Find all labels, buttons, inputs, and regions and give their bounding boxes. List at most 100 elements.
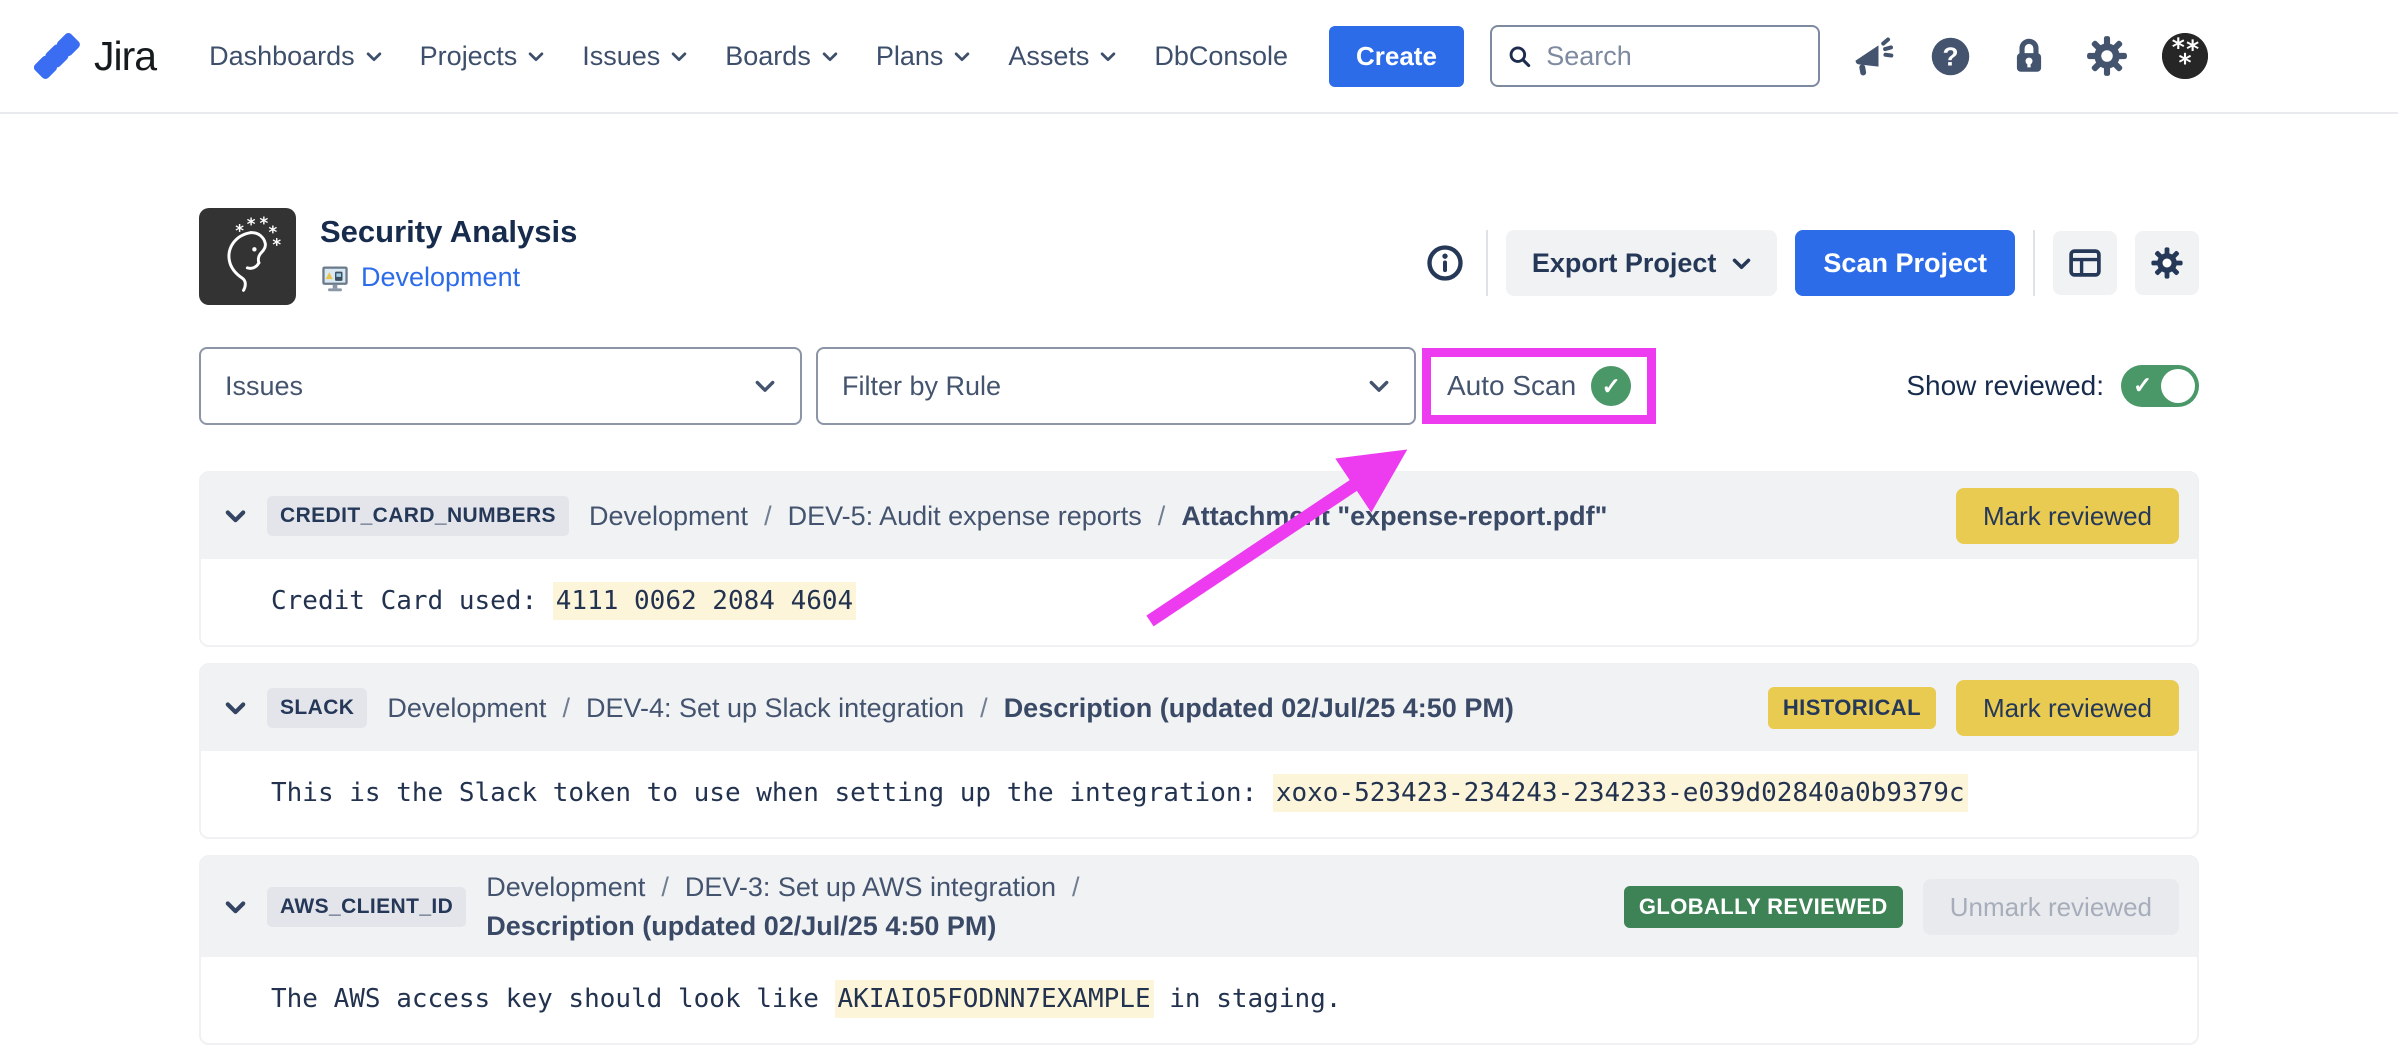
auto-scan-label: Auto Scan <box>1447 370 1576 402</box>
nav-item-label: Assets <box>1008 41 1089 72</box>
announcements-icon[interactable] <box>1850 33 1896 79</box>
auto-scan-check-icon: ✓ <box>1591 366 1631 406</box>
chevron-down-icon <box>1368 379 1390 393</box>
finding-breadcrumb: Development / DEV-4: Set up Slack integrat… <box>387 693 1748 724</box>
chevron-down-icon <box>366 51 382 62</box>
finding-row: CREDIT_CARD_NUMBERS Development/DEV-5: A… <box>199 471 2199 647</box>
chevron-expand-icon[interactable] <box>223 509 247 523</box>
nav-menu-item[interactable]: DbConsole <box>1135 41 1307 72</box>
breadcrumb-separator: / <box>1072 872 1080 903</box>
show-reviewed-toggle[interactable]: ✓ <box>2121 365 2199 407</box>
svg-text:*: * <box>235 221 244 240</box>
breadcrumb-segment[interactable]: DEV-4: Set up Slack integration <box>586 693 964 724</box>
divider <box>1486 230 1488 296</box>
breadcrumb-segment[interactable]: Development <box>387 693 546 724</box>
nav-item-label: Plans <box>876 41 944 72</box>
rule-filter-select[interactable]: Filter by Rule <box>816 347 1416 425</box>
chevron-expand-icon[interactable] <box>223 900 247 914</box>
nav-menu-item[interactable]: Issues <box>563 41 706 72</box>
chevron-expand-icon[interactable] <box>223 701 247 715</box>
finding-header[interactable]: SLACK Development / DEV-4: Set up Slack in… <box>201 665 2197 751</box>
breadcrumb-segment[interactable]: DEV-3: Set up AWS integration <box>685 872 1056 903</box>
secret-context-text: This is the Slack token to use when sett… <box>271 778 1273 808</box>
rule-filter-value: Filter by Rule <box>842 371 1001 402</box>
lock-icon[interactable] <box>2006 33 2052 79</box>
export-project-label: Export Project <box>1532 248 1717 279</box>
project-monitor-icon <box>320 263 350 293</box>
help-icon[interactable]: ? <box>1928 33 1974 79</box>
info-icon[interactable] <box>1422 240 1468 286</box>
create-button[interactable]: Create <box>1329 26 1464 87</box>
svg-text:*: * <box>259 216 268 233</box>
nav-item-label: Boards <box>725 41 811 72</box>
nav-icons: ? <box>1850 33 2208 79</box>
breadcrumb-location: Description (updated 02/Jul/25 4:50 PM) <box>1004 693 1514 724</box>
secret-context-text: Credit Card used: <box>271 586 553 616</box>
finding-actions: GLOBALLY REVIEWED Unmark reviewed <box>1624 879 2179 935</box>
finding-content: This is the Slack token to use when sett… <box>201 751 2197 837</box>
issues-filter-select[interactable]: Issues <box>199 347 802 425</box>
project-settings-button[interactable] <box>2135 231 2199 295</box>
nav-item-label: Dashboards <box>209 41 355 72</box>
rule-badge: AWS_CLIENT_ID <box>267 887 466 927</box>
nav-menu-item[interactable]: Projects <box>401 41 564 72</box>
finding-header[interactable]: AWS_CLIENT_ID Development / DEV-3: Set up … <box>201 857 2197 957</box>
status-badge: GLOBALLY REVIEWED <box>1624 886 1903 928</box>
nav-item-label: Issues <box>582 41 660 72</box>
project-link[interactable]: Development <box>320 262 577 293</box>
breadcrumb-separator: / <box>562 693 570 724</box>
export-project-button[interactable]: Export Project <box>1506 230 1778 296</box>
nav-menu-item[interactable]: Boards <box>706 41 857 72</box>
header-actions: Export Project Scan Project <box>1422 230 2199 296</box>
divider <box>2033 230 2035 296</box>
nav-menu-item[interactable]: Plans <box>857 41 990 72</box>
project-avatar: * * * * * <box>199 208 296 305</box>
status-badge: HISTORICAL <box>1768 687 1936 729</box>
user-avatar[interactable]: * * * <box>2162 33 2208 79</box>
finding-content: The AWS access key should look like AKIA… <box>201 957 2197 1043</box>
review-action-button[interactable]: Mark reviewed <box>1956 680 2179 736</box>
chevron-down-icon <box>822 51 838 62</box>
rule-badge: SLACK <box>267 688 367 728</box>
nav-menu-item[interactable]: Assets <box>989 41 1135 72</box>
auto-scan-indicator[interactable]: Auto Scan ✓ <box>1431 357 1647 415</box>
issues-filter-value: Issues <box>225 371 303 402</box>
search-icon <box>1507 42 1532 71</box>
search-box[interactable] <box>1490 25 1820 87</box>
page-content: * * * * * Security Analysis <box>199 208 2199 1045</box>
svg-text:*: * <box>2178 48 2191 77</box>
review-action-button[interactable]: Mark reviewed <box>1956 488 2179 544</box>
breadcrumb-separator: / <box>661 872 669 903</box>
breadcrumb-separator: / <box>1158 501 1166 532</box>
jira-logo[interactable]: Jira <box>34 31 156 81</box>
nav-item-label: DbConsole <box>1154 41 1288 72</box>
detected-secret-value: AKIAIO5FODNN7EXAMPLE <box>835 980 1154 1018</box>
chevron-down-icon <box>1732 257 1751 270</box>
nav-menu-item[interactable]: Dashboards <box>190 41 401 72</box>
secret-context-text: in staging. <box>1154 984 1342 1014</box>
chevron-down-icon <box>754 379 776 393</box>
finding-row: SLACK Development / DEV-4: Set up Slack in… <box>199 663 2199 839</box>
chevron-down-icon <box>671 51 687 62</box>
breadcrumb-location: Description (updated 02/Jul/25 4:50 PM) <box>486 911 996 942</box>
review-action-button[interactable]: Unmark reviewed <box>1923 879 2179 935</box>
top-navigation-bar: Jira Dashboards Projects Issues Boards <box>0 0 2398 114</box>
svg-text:*: * <box>246 216 255 234</box>
finding-breadcrumb: Development / DEV-3: Set up AWS integratio… <box>486 872 1604 942</box>
chevron-down-icon <box>528 51 544 62</box>
svg-text:?: ? <box>1943 41 1959 71</box>
finding-header[interactable]: CREDIT_CARD_NUMBERS Development/DEV-5: A… <box>201 473 2197 559</box>
finding-row: AWS_CLIENT_ID Development / DEV-3: Set up … <box>199 855 2199 1045</box>
settings-gear-icon[interactable] <box>2084 33 2130 79</box>
jira-logo-text: Jira <box>94 33 156 80</box>
filter-row: Issues Filter by Rule Auto Scan ✓ Show r… <box>199 347 2199 425</box>
finding-actions: Mark reviewed <box>1956 488 2179 544</box>
breadcrumb-separator: / <box>980 693 988 724</box>
breadcrumb-segment[interactable]: Development <box>589 501 748 532</box>
nav-menu: Dashboards Projects Issues Boards <box>190 41 1307 72</box>
scan-project-button[interactable]: Scan Project <box>1795 230 2015 296</box>
breadcrumb-segment[interactable]: DEV-5: Audit expense reports <box>788 501 1142 532</box>
breadcrumb-segment[interactable]: Development <box>486 872 645 903</box>
layout-panel-button[interactable] <box>2053 231 2117 295</box>
search-input[interactable] <box>1544 40 1803 73</box>
